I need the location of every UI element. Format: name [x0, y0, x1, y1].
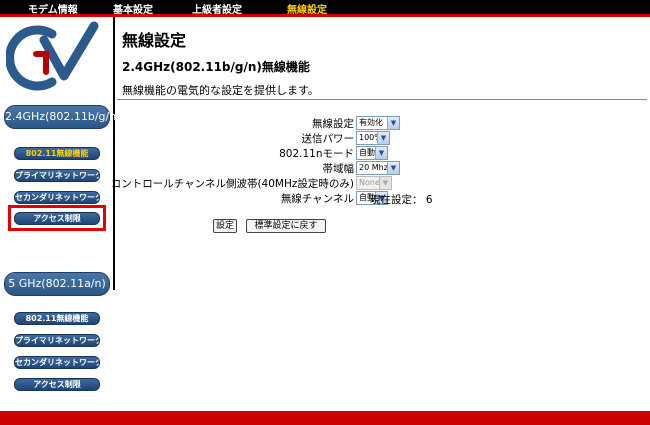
page-title: 無線設定: [122, 31, 187, 50]
wireless-value: 有効化: [359, 118, 383, 127]
wireless-select[interactable]: 有効化 ▼: [356, 116, 400, 130]
tx-power-row: 送信パワー: [100, 131, 355, 145]
page-description: 無線機能の電気的な設定を提供します。: [122, 84, 319, 97]
chevron-down-icon: ▼: [379, 177, 391, 189]
section-2-4ghz-button[interactable]: 2.4GHz(802.11b/g/n): [4, 105, 120, 129]
top-nav-bar: モデム情報 基本設定 上級者設定 無線設定: [0, 0, 650, 17]
content-divider: [117, 99, 647, 100]
mode-label: 802.11nモード: [279, 148, 354, 160]
sideband-value: None: [359, 178, 380, 187]
brand-logo-icon: [6, 21, 99, 91]
wireless-label: 無線設定: [312, 118, 354, 130]
mode-row: 802.11nモード: [100, 146, 354, 160]
sidebar-item-5-wireless-function[interactable]: 802.11無線機能: [14, 312, 100, 325]
sideband-row: コントロールチャンネル側波帯(40MHz設定時のみ): [100, 176, 354, 190]
bandwidth-row: 帯域幅: [100, 161, 355, 175]
footer-bar: [0, 411, 650, 425]
apply-button[interactable]: 設定: [213, 219, 237, 233]
channel-label: 無線チャンネル: [280, 193, 354, 205]
chevron-down-icon: ▼: [375, 147, 387, 159]
bandwidth-label: 帯域幅: [322, 163, 355, 175]
bandwidth-select[interactable]: 20 Mhz ▼: [356, 161, 400, 175]
sidebar-item-5-primary-network[interactable]: プライマリネットワーク: [14, 334, 100, 347]
sideband-label: コントロールチャンネル側波帯(40MHz設定時のみ): [110, 178, 354, 190]
restore-defaults-button[interactable]: 標準設定に戻す: [246, 219, 326, 233]
sidebar-item-24-wireless-function[interactable]: 802.11無線機能: [14, 147, 100, 160]
mode-select[interactable]: 自動 ▼: [356, 146, 388, 160]
page-subtitle: 2.4GHz(802.11b/g/n)無線機能: [122, 60, 310, 74]
section-5ghz-button[interactable]: 5 GHz(802.11a/n): [4, 272, 110, 296]
current-channel-setting: 現在設定： 6: [370, 194, 433, 206]
tab-advanced-settings[interactable]: 上級者設定: [192, 1, 242, 16]
highlight-box: [8, 205, 106, 231]
tab-modem-info[interactable]: モデム情報: [28, 1, 78, 16]
sidebar-item-24-primary-network[interactable]: プライマリネットワーク: [14, 169, 100, 182]
sidebar-item-5-secondary-network[interactable]: セカンダリネットワーク: [14, 356, 100, 369]
tab-basic-settings[interactable]: 基本設定: [113, 1, 153, 16]
bandwidth-value: 20 Mhz: [359, 163, 388, 172]
tx-power-label: 送信パワー: [301, 133, 355, 145]
chevron-down-icon: ▼: [377, 132, 389, 144]
sidebar-item-5-access-control[interactable]: アクセス制限: [14, 378, 100, 391]
tab-wireless-settings[interactable]: 無線設定: [287, 1, 327, 16]
mode-value: 自動: [359, 148, 375, 157]
tx-power-select[interactable]: 100% ▼: [356, 131, 390, 145]
wireless-row: 無線設定: [100, 116, 354, 130]
sideband-select: None ▼: [356, 176, 392, 190]
chevron-down-icon: ▼: [387, 117, 399, 129]
sidebar-item-24-secondary-network[interactable]: セカンダリネットワーク: [14, 191, 100, 204]
channel-row: 無線チャンネル: [100, 191, 354, 205]
chevron-down-icon: ▼: [387, 162, 399, 174]
